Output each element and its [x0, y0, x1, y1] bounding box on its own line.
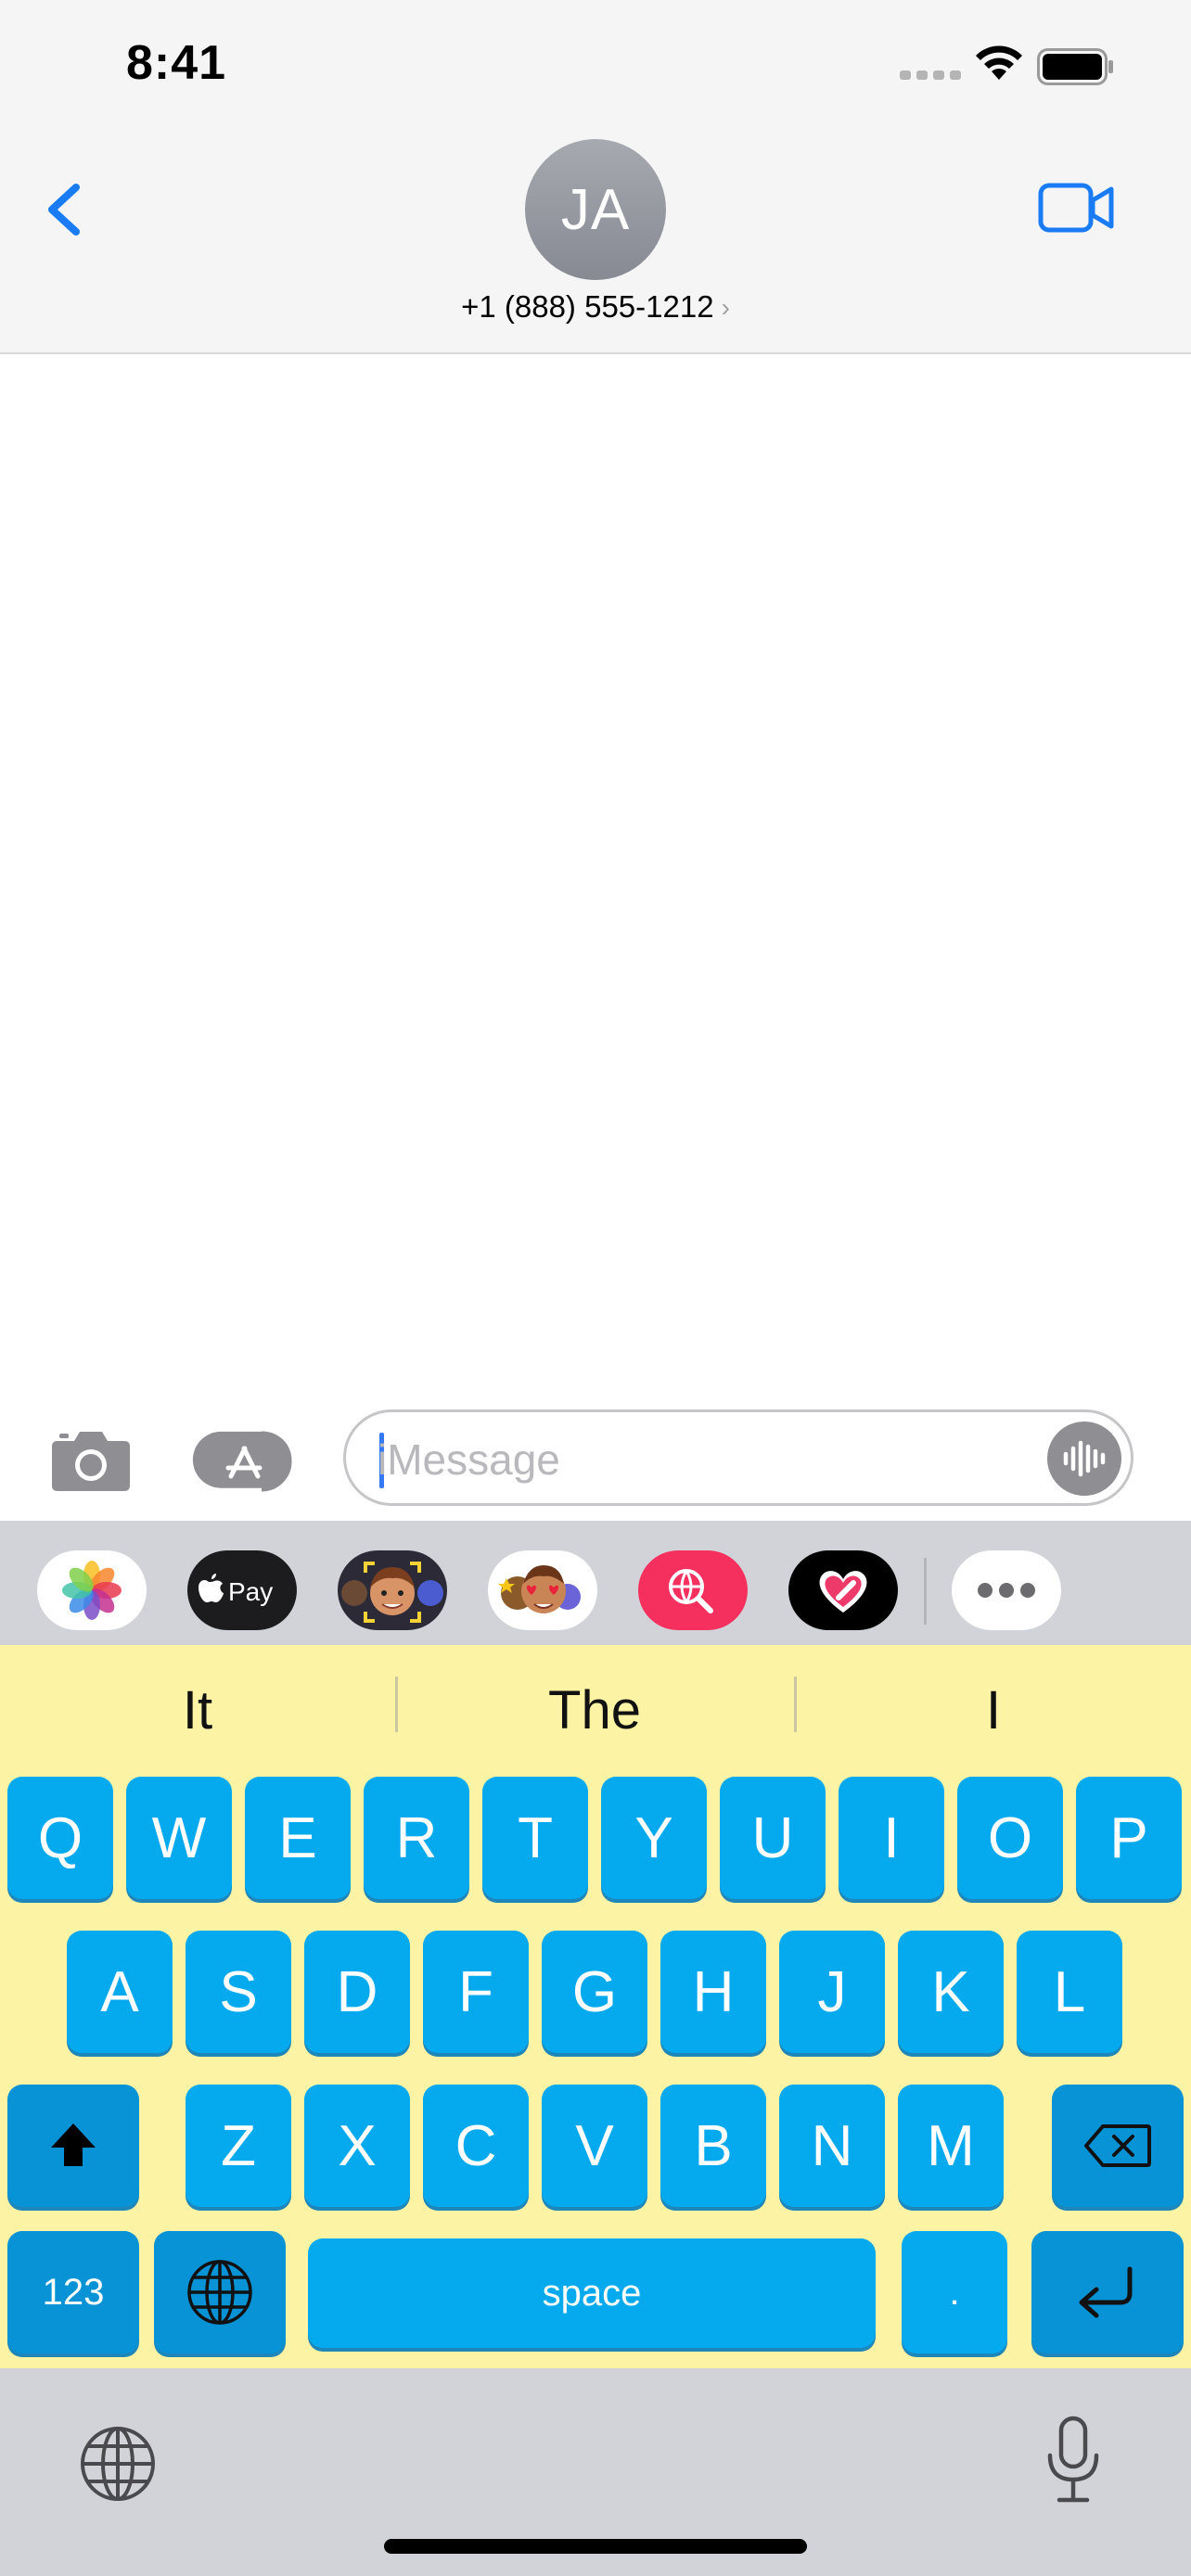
- keyboard: Q W E R T Y U I O P A S D F G H J K L Z …: [0, 1775, 1191, 2368]
- key-g[interactable]: G: [542, 1931, 647, 2053]
- key-b[interactable]: B: [660, 2085, 766, 2207]
- globe-icon: [187, 2260, 252, 2325]
- photos-icon: [62, 1561, 122, 1620]
- return-key[interactable]: [1031, 2231, 1184, 2353]
- key-u[interactable]: U: [720, 1777, 826, 1899]
- shift-arrow-icon: [51, 2123, 96, 2166]
- key-m[interactable]: M: [898, 2085, 1004, 2207]
- key-j[interactable]: J: [779, 1931, 885, 2053]
- return-arrow-icon: [1079, 2266, 1133, 2318]
- photos-app-button[interactable]: [37, 1550, 147, 1630]
- video-call-button[interactable]: [1037, 180, 1115, 236]
- numbers-key[interactable]: 123: [7, 2231, 139, 2353]
- status-time: 8:41: [126, 36, 227, 90]
- memoji-stickers-icon: [498, 1565, 581, 1613]
- heart-touch-icon: [819, 1571, 867, 1613]
- cellular-signal-icon: [900, 70, 961, 80]
- space-key[interactable]: space: [308, 2238, 876, 2348]
- key-c[interactable]: C: [423, 2085, 529, 2207]
- app-store-button[interactable]: [191, 1430, 299, 1493]
- wifi-icon: [976, 45, 1022, 80]
- memoji-stickers-app-button[interactable]: [488, 1550, 597, 1630]
- key-e[interactable]: E: [245, 1777, 351, 1899]
- apple-pay-app-button[interactable]: Pay: [187, 1550, 297, 1630]
- key-t[interactable]: T: [482, 1777, 588, 1899]
- memoji-camera-app-button[interactable]: [338, 1550, 447, 1630]
- contact-number: +1 (888) 555-1212: [461, 289, 714, 324]
- key-i[interactable]: I: [839, 1777, 944, 1899]
- apple-pay-icon: Pay: [198, 1574, 273, 1606]
- key-f[interactable]: F: [423, 1931, 529, 2053]
- key-p[interactable]: P: [1076, 1777, 1182, 1899]
- key-l[interactable]: L: [1017, 1931, 1122, 2053]
- message-thread: [0, 356, 1191, 1398]
- key-d[interactable]: D: [304, 1931, 410, 2053]
- emoji-globe-key[interactable]: [154, 2231, 286, 2353]
- dictation-mic-icon[interactable]: [1043, 2415, 1104, 2507]
- period-key[interactable]: .: [902, 2231, 1007, 2353]
- backspace-key[interactable]: [1052, 2085, 1184, 2207]
- audio-message-button[interactable]: [1047, 1422, 1121, 1496]
- waveform-icon: [1063, 1440, 1106, 1477]
- more-apps-button[interactable]: [952, 1550, 1061, 1630]
- keyboard-switch-globe-icon[interactable]: [78, 2424, 158, 2504]
- key-q[interactable]: Q: [7, 1777, 113, 1899]
- key-s[interactable]: S: [186, 1931, 291, 2053]
- contact-details-button[interactable]: +1 (888) 555-1212 ›: [0, 289, 1191, 325]
- imessage-app-strip: Pay: [0, 1521, 1191, 1645]
- app-strip-divider: [924, 1558, 927, 1625]
- keyboard-bottom-bar: [0, 2368, 1191, 2576]
- chevron-right-icon: ›: [721, 293, 730, 322]
- memoji-face-icon: [341, 1562, 443, 1623]
- back-button[interactable]: [32, 167, 96, 250]
- predictive-text-bar: It The I: [0, 1645, 1191, 1775]
- key-k[interactable]: K: [898, 1931, 1004, 2053]
- key-a[interactable]: A: [67, 1931, 173, 2053]
- message-input[interactable]: iMessage: [343, 1409, 1133, 1506]
- avatar-initials: JA: [560, 177, 631, 242]
- suggestion-3[interactable]: I: [796, 1671, 1191, 1749]
- contact-avatar[interactable]: JA: [525, 139, 666, 280]
- conversation-header: 8:41 JA +1 (888) 555-1212 ›: [0, 0, 1191, 354]
- key-h[interactable]: H: [660, 1931, 766, 2053]
- key-v[interactable]: V: [542, 2085, 647, 2207]
- compose-bar: iMessage: [0, 1398, 1191, 1521]
- digital-touch-app-button[interactable]: [788, 1550, 898, 1630]
- key-o[interactable]: O: [957, 1777, 1063, 1899]
- suggestion-2[interactable]: The: [397, 1671, 792, 1749]
- key-x[interactable]: X: [304, 2085, 410, 2207]
- message-placeholder: iMessage: [378, 1435, 560, 1484]
- key-n[interactable]: N: [779, 2085, 885, 2207]
- home-indicator[interactable]: [384, 2539, 807, 2554]
- delete-backward-icon: [1084, 2124, 1151, 2167]
- key-y[interactable]: Y: [601, 1777, 707, 1899]
- svg-text:Pay: Pay: [228, 1577, 273, 1606]
- key-r[interactable]: R: [364, 1777, 469, 1899]
- camera-button[interactable]: [48, 1424, 134, 1495]
- key-w[interactable]: W: [126, 1777, 232, 1899]
- battery-icon: [1037, 48, 1113, 85]
- globe-search-icon: [669, 1569, 713, 1613]
- key-z[interactable]: Z: [186, 2085, 291, 2207]
- ellipsis-icon: [978, 1583, 1035, 1598]
- image-search-app-button[interactable]: [638, 1550, 748, 1630]
- shift-key[interactable]: [7, 2085, 139, 2207]
- suggestion-1[interactable]: It: [0, 1671, 395, 1749]
